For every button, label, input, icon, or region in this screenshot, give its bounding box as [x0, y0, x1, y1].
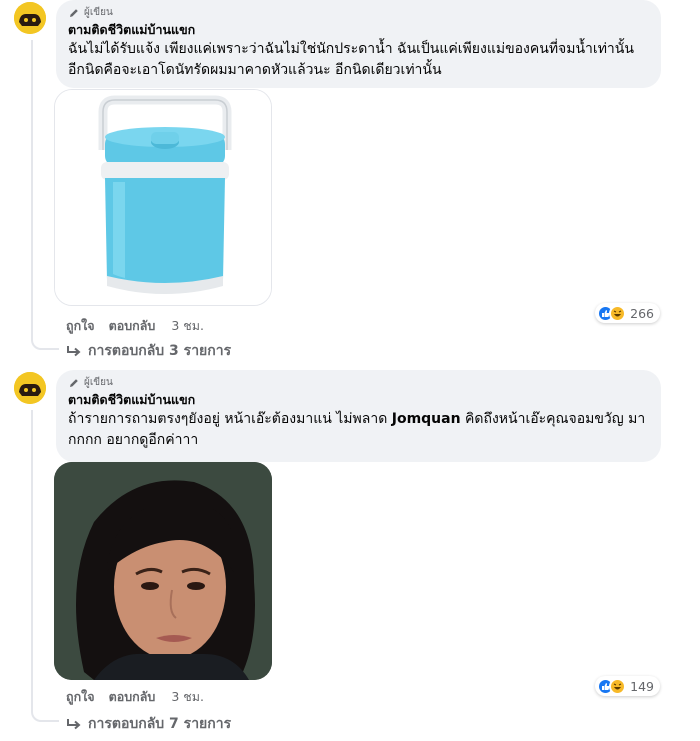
thread-line-2 — [31, 410, 33, 710]
reply-button[interactable]: ตอบกลับ — [109, 687, 156, 707]
thread-line-1 — [31, 40, 33, 340]
reaction-summary[interactable]: 266 — [595, 303, 660, 323]
comment-time[interactable]: 3 ชม. — [171, 687, 204, 707]
avatar[interactable] — [14, 2, 46, 34]
view-replies-link[interactable]: การตอบกลับ 7 รายการ — [66, 713, 231, 735]
reply-arrow-icon — [66, 717, 82, 731]
comment-time[interactable]: 3 ชม. — [171, 316, 204, 336]
reaction-count: 266 — [630, 305, 654, 321]
comment-bubble: ผู้เขียน ตามติดชีวิตแม่บ้านแขก ฉันไม่ได้… — [56, 0, 661, 88]
author-badge: ผู้เขียน — [68, 376, 649, 389]
reaction-count: 149 — [630, 678, 654, 694]
haha-reaction-icon — [609, 677, 627, 695]
badge-label: ผู้เขียน — [84, 7, 113, 18]
pencil-icon — [68, 377, 80, 389]
comment-text: ฉันไม่ได้รับแจ้ง เพียงแค่เพราะว่าฉันไม่ใ… — [68, 41, 634, 78]
reply-button[interactable]: ตอบกลับ — [109, 316, 156, 336]
replies-label: การตอบกลับ 7 รายการ — [88, 716, 232, 732]
comment-bubble: ผู้เขียน ตามติดชีวิตแม่บ้านแขก ถ้ารายการ… — [56, 370, 661, 462]
view-replies-link[interactable]: การตอบกลับ 3 รายการ — [66, 340, 231, 362]
replies-label: การตอบกลับ 3 รายการ — [88, 343, 232, 359]
avatar[interactable] — [14, 372, 46, 404]
blue-cooler-jug-image[interactable] — [54, 89, 272, 306]
comment-actions: ถูกใจ ตอบกลับ 3 ชม. — [66, 687, 204, 707]
author-name[interactable]: ตามติดชีวิตแม่บ้านแขก — [68, 391, 649, 408]
mention-link[interactable]: Jomquan — [392, 411, 461, 427]
thread-elbow-2 — [31, 710, 59, 722]
thread-elbow-1 — [31, 338, 59, 350]
reply-arrow-icon — [66, 344, 82, 358]
author-badge: ผู้เขียน — [68, 6, 649, 19]
haha-reaction-icon — [609, 304, 627, 322]
author-name[interactable]: ตามติดชีวิตแม่บ้านแขก — [68, 21, 649, 38]
comment-text: ถ้ารายการถามตรงๆยังอยู่ หน้าเอ๊ะต้องมาแน… — [68, 409, 649, 451]
comment-text-part: ถ้ารายการถามตรงๆยังอยู่ หน้าเอ๊ะต้องมาแน… — [68, 411, 392, 427]
like-button[interactable]: ถูกใจ — [66, 316, 95, 336]
pencil-icon — [68, 7, 80, 19]
comment-actions: ถูกใจ ตอบกลับ 3 ชม. — [66, 316, 204, 336]
badge-label: ผู้เขียน — [84, 377, 113, 388]
like-button[interactable]: ถูกใจ — [66, 687, 95, 707]
woman-portrait-image[interactable] — [54, 462, 272, 680]
reaction-summary[interactable]: 149 — [595, 676, 660, 696]
